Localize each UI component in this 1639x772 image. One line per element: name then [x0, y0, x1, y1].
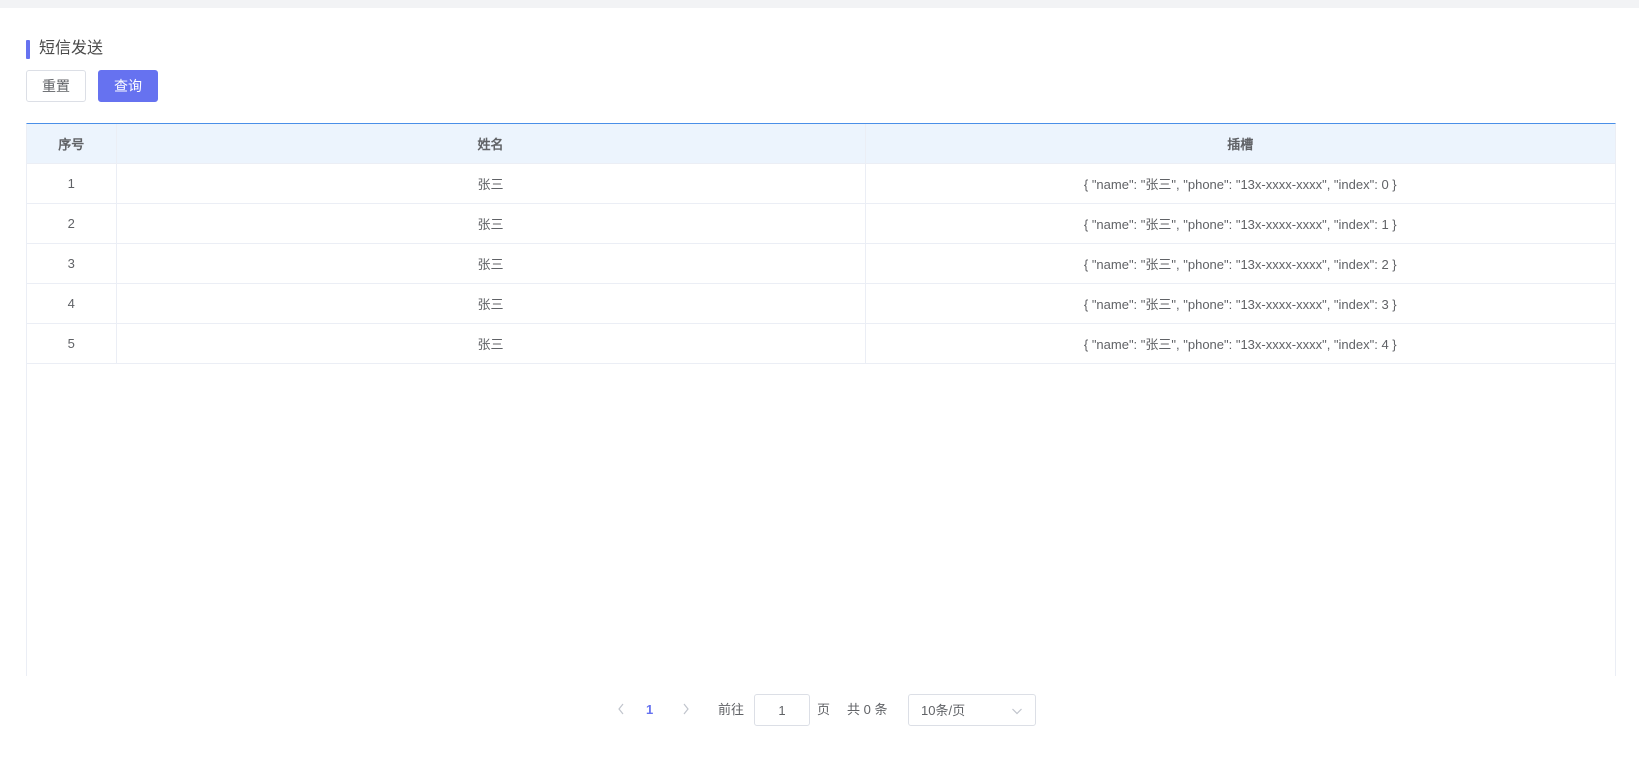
page-content: 短信发送 重置 查询 序号 姓名 插槽 1 张三 { "name": "张三",… [0, 8, 1639, 772]
page-number-current[interactable]: 1 [646, 702, 653, 718]
cell-index: 2 [27, 203, 117, 244]
table-row[interactable]: 1 张三 { "name": "张三", "phone": "13x-xxxx-… [27, 163, 1615, 204]
cell-name: 张三 [116, 203, 866, 244]
title-accent-bar [26, 39, 30, 59]
page-title: 短信发送 [39, 40, 104, 57]
chevron-right-icon[interactable] [679, 702, 693, 718]
chevron-right-icon-svg [683, 703, 689, 715]
cell-slot: { "name": "张三", "phone": "13x-xxxx-xxxx"… [865, 323, 1615, 364]
top-strip [0, 0, 1639, 8]
cell-name: 张三 [116, 283, 866, 324]
cell-slot: { "name": "张三", "phone": "13x-xxxx-xxxx"… [865, 203, 1615, 244]
pagination: 1 前往 页 共 0 条 10条/页 [0, 694, 1639, 726]
cell-index: 1 [27, 163, 117, 204]
goto-label: 前往 [718, 702, 745, 717]
page-size-value: 10条/页 [921, 703, 966, 718]
total-count: 共 0 条 [847, 702, 888, 717]
goto-page-input[interactable] [754, 694, 810, 726]
data-table: 序号 姓名 插槽 1 张三 { "name": "张三", "phone": "… [26, 123, 1616, 676]
cell-index: 5 [27, 323, 117, 364]
column-header-slot[interactable]: 插槽 [865, 124, 1615, 164]
chevron-left-icon-svg [618, 703, 624, 715]
cell-slot: { "name": "张三", "phone": "13x-xxxx-xxxx"… [865, 163, 1615, 204]
chevron-down-icon [1012, 708, 1022, 715]
column-header-index[interactable]: 序号 [27, 124, 117, 164]
chevron-left-icon[interactable] [614, 702, 628, 718]
reset-button[interactable]: 重置 [26, 70, 86, 102]
table-row[interactable]: 2 张三 { "name": "张三", "phone": "13x-xxxx-… [27, 203, 1615, 244]
cell-slot: { "name": "张三", "phone": "13x-xxxx-xxxx"… [865, 283, 1615, 324]
cell-name: 张三 [116, 163, 866, 204]
table-row[interactable]: 5 张三 { "name": "张三", "phone": "13x-xxxx-… [27, 323, 1615, 364]
page-size-select[interactable]: 10条/页 [908, 694, 1036, 726]
cell-name: 张三 [116, 243, 866, 284]
cell-index: 3 [27, 243, 117, 284]
cell-slot: { "name": "张三", "phone": "13x-xxxx-xxxx"… [865, 243, 1615, 284]
cell-name: 张三 [116, 323, 866, 364]
column-header-name[interactable]: 姓名 [116, 124, 866, 164]
table-row[interactable]: 3 张三 { "name": "张三", "phone": "13x-xxxx-… [27, 243, 1615, 284]
table-header-row: 序号 姓名 插槽 [27, 124, 1615, 164]
page-title-group: 短信发送 [26, 39, 103, 59]
page-unit-label: 页 [817, 702, 831, 717]
cell-index: 4 [27, 283, 117, 324]
query-button[interactable]: 查询 [98, 70, 158, 102]
table-row[interactable]: 4 张三 { "name": "张三", "phone": "13x-xxxx-… [27, 283, 1615, 324]
